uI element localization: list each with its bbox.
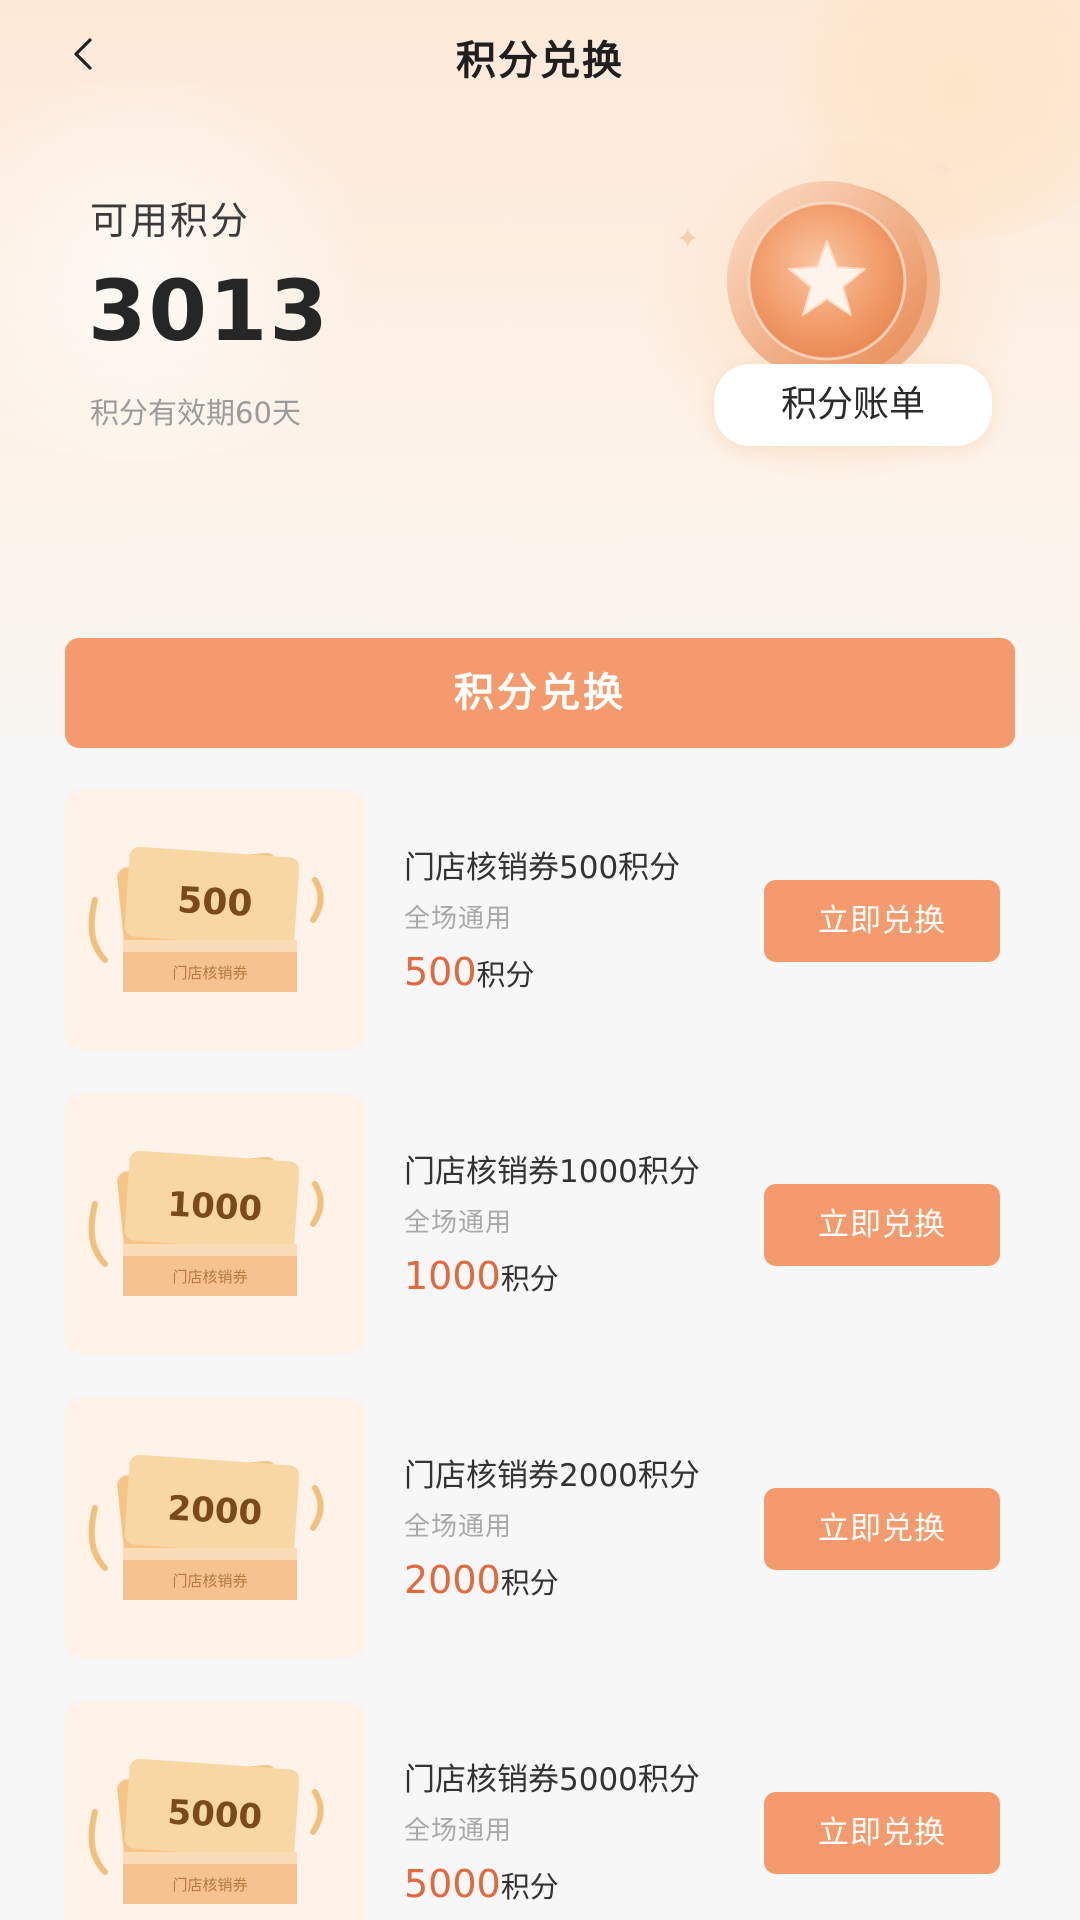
- coupon-price-number: 2000: [404, 1558, 501, 1602]
- coupon-badge-value: 5000: [167, 1793, 264, 1838]
- coupon-subtitle: 全场通用: [404, 1512, 513, 1542]
- coupon-ticket-label: 门店核销券: [172, 1876, 247, 1894]
- coupon-image: 5000 门店核销券: [65, 1702, 365, 1920]
- coupon-title: 门店核销券500积分: [404, 850, 681, 886]
- coupon-price-unit: 积分: [500, 1870, 559, 1904]
- coupon-price: 5000积分: [404, 1862, 559, 1906]
- coupon-price-unit: 积分: [476, 958, 535, 992]
- points-value: 3013: [88, 262, 330, 360]
- page: 积分兑换 可用积分 3013 积分有效期60天 ✦ ✦ 积分账单 积分兑换 50…: [0, 0, 1080, 1920]
- list-item: 5000 门店核销券 门店核销券5000积分 全场通用 5000积分 立即兑换: [0, 1702, 1080, 1920]
- coupon-ticket-icon: 500 门店核销券: [88, 846, 324, 992]
- coupon-price: 500积分: [404, 950, 535, 994]
- coupon-price-unit: 积分: [500, 1566, 559, 1600]
- coupon-price: 2000积分: [404, 1558, 559, 1602]
- coupon-subtitle: 全场通用: [404, 904, 513, 934]
- coupon-image: 2000 门店核销券: [65, 1398, 365, 1658]
- coupon-ticket-label: 门店核销券: [172, 1268, 247, 1286]
- coupon-subtitle: 全场通用: [404, 1208, 513, 1238]
- coupon-badge-value: 2000: [167, 1489, 264, 1534]
- coupon-title: 门店核销券2000积分: [404, 1458, 700, 1494]
- redeem-button[interactable]: 立即兑换: [764, 1488, 1000, 1570]
- coupon-price-number: 5000: [404, 1862, 501, 1906]
- coupon-ticket-label: 门店核销券: [172, 1572, 247, 1590]
- coupon-ticket-icon: 2000 门店核销券: [88, 1454, 324, 1600]
- coupon-price-number: 500: [404, 950, 477, 994]
- coupon-badge-value: 500: [176, 880, 253, 925]
- points-label: 可用积分: [90, 199, 251, 243]
- redeem-button[interactable]: 立即兑换: [764, 880, 1000, 962]
- points-bill-button[interactable]: 积分账单: [714, 364, 992, 446]
- coupon-image: 1000 门店核销券: [65, 1094, 365, 1354]
- coupon-badge-value: 1000: [167, 1185, 264, 1230]
- redeem-button[interactable]: 立即兑换: [764, 1184, 1000, 1266]
- points-expire-note: 积分有效期60天: [90, 396, 301, 430]
- list-item: 1000 门店核销券 门店核销券1000积分 全场通用 1000积分 立即兑换: [0, 1094, 1080, 1354]
- page-title: 积分兑换: [456, 38, 624, 84]
- coupon-title: 门店核销券5000积分: [404, 1762, 700, 1798]
- exchange-section-header: 积分兑换: [65, 638, 1015, 748]
- list-item: 2000 门店核销券 门店核销券2000积分 全场通用 2000积分 立即兑换: [0, 1398, 1080, 1658]
- coupon-subtitle: 全场通用: [404, 1816, 513, 1846]
- sparkle-icon: ✦: [676, 222, 700, 255]
- coupon-ticket-icon: 1000 门店核销券: [88, 1150, 324, 1296]
- coupon-price-number: 1000: [404, 1254, 501, 1298]
- coupon-title: 门店核销券1000积分: [404, 1154, 700, 1190]
- coupon-price-unit: 积分: [500, 1262, 559, 1296]
- nav-bar: 积分兑换: [0, 0, 1080, 110]
- redeem-button[interactable]: 立即兑换: [764, 1792, 1000, 1874]
- coupon-price: 1000积分: [404, 1254, 559, 1298]
- coupon-ticket-label: 门店核销券: [172, 964, 247, 982]
- list-item: 500 门店核销券 门店核销券500积分 全场通用 500积分 立即兑换: [0, 790, 1080, 1050]
- coupon-image: 500 门店核销券: [65, 790, 365, 1050]
- coupon-ticket-icon: 5000 门店核销券: [88, 1758, 324, 1904]
